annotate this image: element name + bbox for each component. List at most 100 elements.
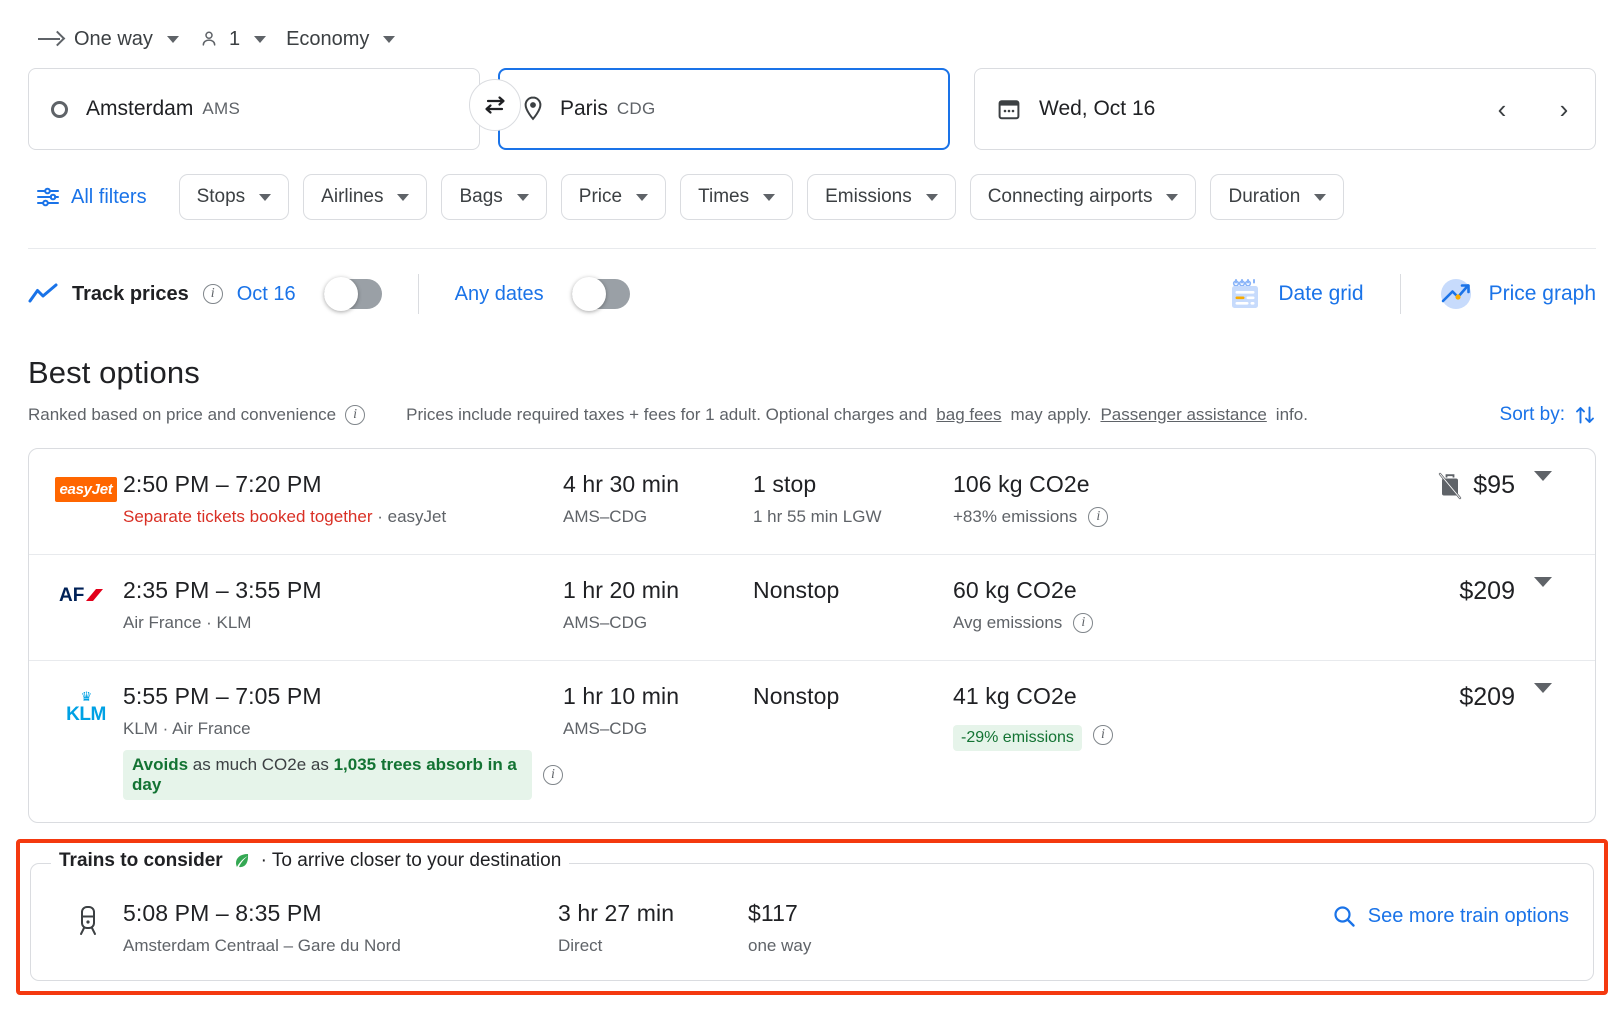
chevron-down-icon [926, 194, 938, 201]
chevron-down-icon [763, 194, 775, 201]
train-duration-detail: Direct [558, 936, 748, 956]
flight-emissions: 106 kg CO2e [953, 471, 1315, 498]
train-times-cell: 5:08 PM – 8:35 PM Amsterdam Centraal – G… [123, 900, 558, 956]
train-result-row[interactable]: 5:08 PM – 8:35 PM Amsterdam Centraal – G… [31, 864, 1593, 962]
info-icon[interactable]: i [543, 765, 563, 785]
info-icon[interactable]: i [1093, 725, 1113, 745]
flight-route: AMS–CDG [563, 507, 753, 527]
flight-emissions-delta-row: -29% emissions i [953, 719, 1315, 751]
trending-line-icon [28, 282, 58, 306]
swap-button[interactable] [469, 79, 521, 131]
expand-flight-button[interactable] [1515, 471, 1571, 481]
flight-times-cell: 2:50 PM – 7:20 PM Separate tickets booke… [123, 471, 563, 527]
trip-type-selector[interactable]: One way [28, 21, 189, 58]
flight-stops: Nonstop [753, 577, 953, 604]
filter-chip-label: Airlines [321, 186, 383, 208]
filter-chip-stops[interactable]: Stops [179, 174, 290, 220]
flight-route: AMS–CDG [563, 719, 753, 739]
svg-text:AF: AF [59, 585, 84, 606]
filter-chip-airlines[interactable]: Airlines [303, 174, 427, 220]
flight-result-row[interactable]: ♛ KLM 5:55 PM – 7:05 PM KLM · Air France… [29, 661, 1595, 822]
filter-chip-price[interactable]: Price [561, 174, 666, 220]
co2-trees-mid: as much CO2e as [188, 755, 334, 774]
expand-flight-button[interactable] [1515, 577, 1571, 587]
flight-stops: Nonstop [753, 683, 953, 710]
flight-times-cell: 5:55 PM – 7:05 PM KLM · Air France Avoid… [123, 683, 563, 800]
passenger-assistance-link[interactable]: Passenger assistance [1100, 405, 1266, 425]
klm-logo-text: KLM [66, 704, 106, 725]
filters-row: All filters Stops Airlines Bags Price Ti… [0, 150, 1624, 220]
track-prices-toggle[interactable] [324, 279, 382, 309]
prices-note-part2: may apply. [1011, 405, 1092, 425]
price-graph-label: Price graph [1489, 282, 1596, 306]
trip-type-label: One way [74, 28, 153, 51]
chevron-down-icon [1534, 683, 1552, 693]
flight-times-cell: 2:35 PM – 3:55 PM Air France · KLM [123, 577, 563, 633]
flight-emissions-delta: -29% emissions [953, 725, 1082, 751]
info-icon[interactable]: i [1073, 613, 1093, 633]
klm-logo: ♛ KLM [66, 689, 106, 724]
flight-emissions-delta: +83% emissions [953, 507, 1077, 527]
expand-flight-button[interactable] [1515, 683, 1571, 693]
any-dates-label: Any dates [455, 283, 544, 306]
flight-emissions: 60 kg CO2e [953, 577, 1315, 604]
passengers-selector[interactable]: 1 [189, 21, 276, 58]
toggle-knob [324, 277, 358, 311]
flight-price-cell: $209 [1315, 577, 1515, 606]
chevron-down-icon [397, 194, 409, 201]
filter-chip-duration[interactable]: Duration [1210, 174, 1344, 220]
filter-chip-times[interactable]: Times [680, 174, 793, 220]
next-date-button[interactable]: › [1547, 92, 1581, 126]
flight-emissions: 41 kg CO2e [953, 683, 1315, 710]
origin-input[interactable]: Amsterdam AMS [28, 68, 480, 150]
bag-fees-link[interactable]: bag fees [936, 405, 1001, 425]
track-prices-label: Track prices [72, 283, 189, 306]
flight-carrier-note: Separate tickets booked together · easyJ… [123, 507, 563, 527]
flight-result-row[interactable]: AF 2:35 PM – 3:55 PM Air France · KLM 1 … [29, 555, 1595, 661]
filter-chip-label: Emissions [825, 186, 912, 208]
any-dates-group: Any dates [455, 279, 630, 309]
info-icon[interactable]: i [1088, 507, 1108, 527]
date-grid-button[interactable]: Date grid [1228, 277, 1363, 311]
all-filters-button[interactable]: All filters [28, 179, 155, 215]
flight-result-row[interactable]: easyJet 2:50 PM – 7:20 PM Separate ticke… [29, 449, 1595, 555]
flight-duration-cell: 1 hr 10 min AMS–CDG [563, 683, 753, 739]
info-icon[interactable]: i [203, 284, 223, 304]
passenger-count-label: 1 [229, 28, 240, 51]
train-icon-cell [53, 900, 123, 938]
toggle-knob [572, 277, 606, 311]
track-prices-row: Track prices i Oct 16 Any dates [0, 249, 1624, 315]
filter-chip-connecting-airports[interactable]: Connecting airports [970, 174, 1197, 220]
flights-results-page: One way 1 Economy Amsterdam AMS [0, 0, 1624, 1028]
flight-route: AMS–CDG [563, 613, 753, 633]
chevron-down-icon [1534, 471, 1552, 481]
any-dates-toggle[interactable] [572, 279, 630, 309]
leaf-icon [232, 851, 252, 871]
filter-chip-label: Price [579, 186, 622, 208]
search-fields-row: Amsterdam AMS Paris CDG [0, 60, 1624, 150]
date-grid-label: Date grid [1278, 282, 1363, 306]
origin-city: Amsterdam [86, 97, 193, 121]
filter-chip-label: Times [698, 186, 749, 208]
cabin-class-selector[interactable]: Economy [276, 21, 405, 58]
departure-date-field[interactable]: Wed, Oct 16 ‹ › [974, 68, 1596, 150]
previous-date-button[interactable]: ‹ [1485, 92, 1519, 126]
destination-input[interactable]: Paris CDG [498, 68, 950, 150]
see-more-train-options-label: See more train options [1368, 905, 1569, 928]
best-options-subtitle: Ranked based on price and convenience i … [28, 404, 1596, 426]
train-duration: 3 hr 27 min [558, 900, 748, 927]
price-graph-button[interactable]: Price graph [1437, 276, 1596, 312]
info-icon[interactable]: i [345, 405, 365, 425]
best-options-header: Best options Ranked based on price and c… [0, 315, 1624, 426]
filter-chip-bags[interactable]: Bags [441, 174, 546, 220]
sort-by-button[interactable]: Sort by: [1500, 404, 1596, 426]
co2-trees-badge: Avoids as much CO2e as 1,035 trees absor… [123, 750, 563, 800]
chevron-down-icon [636, 194, 648, 201]
flight-price-cell: $95 [1315, 471, 1515, 500]
destination-city: Paris [560, 97, 608, 121]
destination-code: CDG [617, 99, 656, 119]
filter-chip-label: Duration [1228, 186, 1300, 208]
flight-duration: 1 hr 20 min [563, 577, 753, 604]
filter-chip-emissions[interactable]: Emissions [807, 174, 956, 220]
see-more-train-options-button[interactable]: See more train options [1332, 900, 1569, 928]
